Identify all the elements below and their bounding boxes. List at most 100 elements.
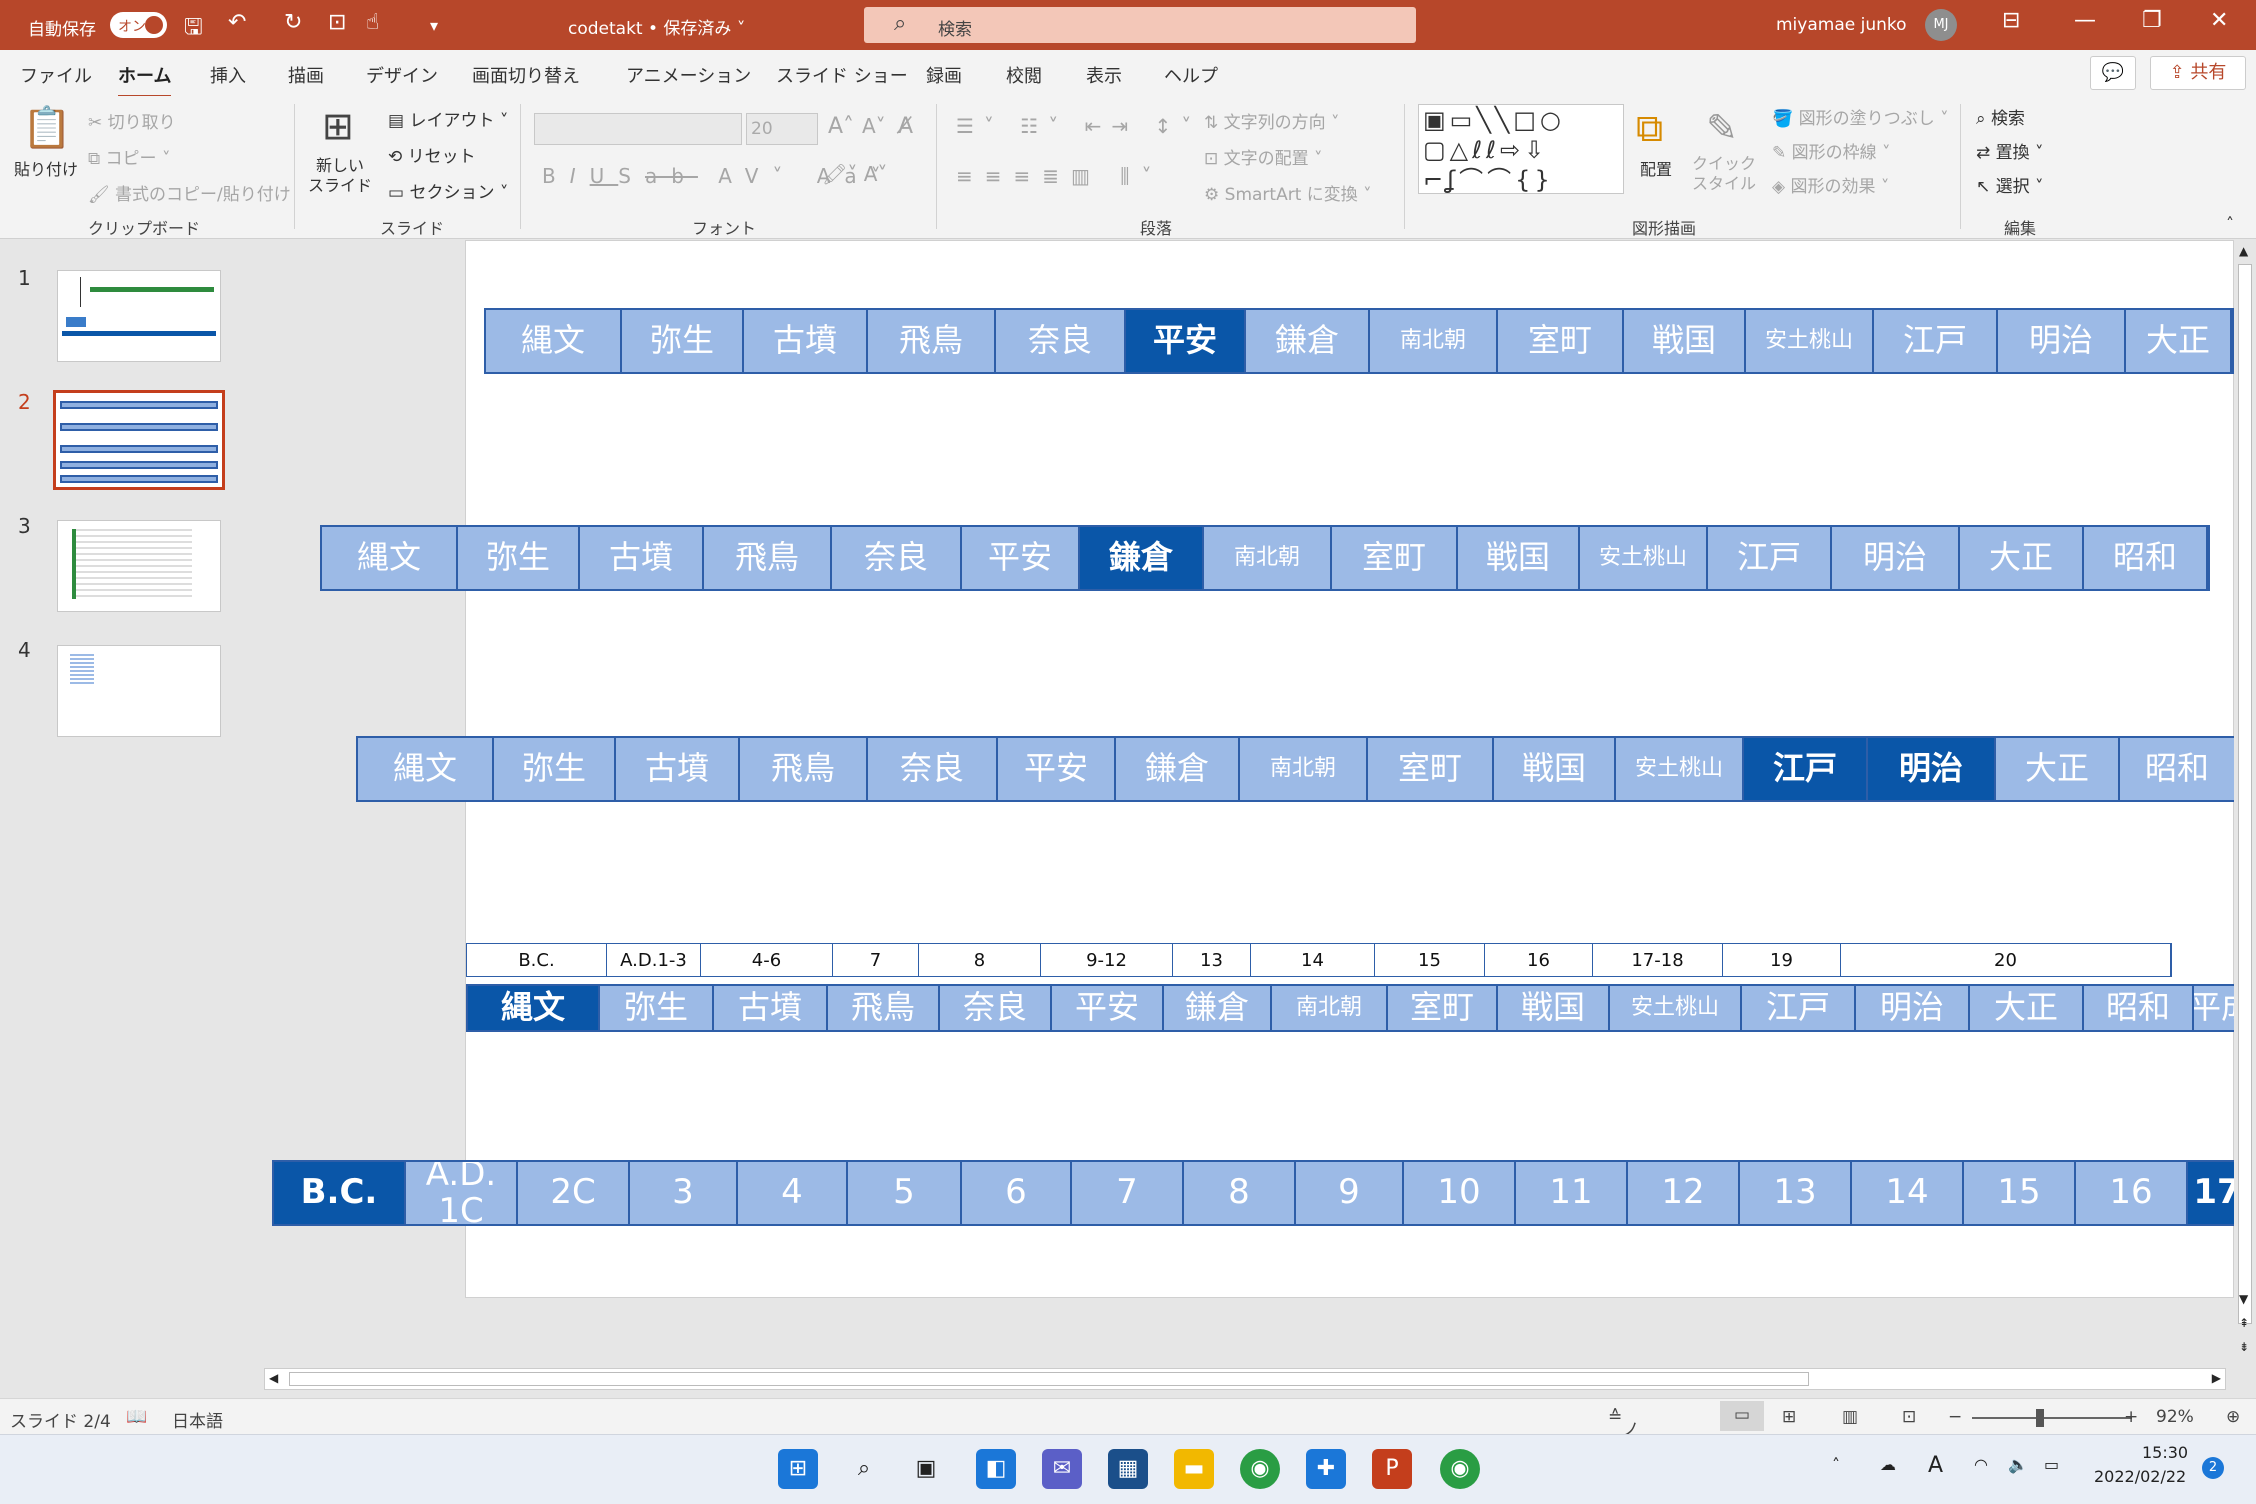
document-title[interactable]: codetakt • 保存済み ˅ [568, 14, 745, 39]
new-slide-icon[interactable]: ⊞ [322, 104, 354, 148]
era-cell[interactable]: 安土桃山 [1616, 738, 1744, 800]
replace-button[interactable]: ⇄ 置換 ˅ [1976, 138, 2044, 163]
present-icon[interactable]: ⊡ [328, 10, 346, 35]
era-cell[interactable]: 室町 [1332, 527, 1458, 589]
era-cell[interactable]: 鎌倉 [1080, 527, 1204, 589]
era-cell[interactable]: 9 [1296, 1162, 1404, 1224]
era-cell[interactable]: 縄文 [468, 986, 600, 1030]
era-cell[interactable]: 古墳 [714, 986, 828, 1030]
era-strip-2[interactable]: 縄文 弥生 古墳 飛鳥 奈良 平安 鎌倉 南北朝 室町 戦国 安土桃山 江戸 明治 大正 昭和 [320, 525, 2210, 591]
comments-button[interactable]: 💬 [2090, 56, 2136, 90]
era-cell[interactable]: 戦国 [1498, 986, 1610, 1030]
redo-icon[interactable]: ↻ [284, 10, 302, 35]
era-cell[interactable]: 10 [1404, 1162, 1516, 1224]
era-cell[interactable]: 安土桃山 [1580, 527, 1708, 589]
era-cell[interactable]: 鎌倉 [1116, 738, 1240, 800]
vertical-scroll-thumb[interactable] [2238, 264, 2252, 1324]
era-cell[interactable]: 奈良 [996, 310, 1126, 372]
era-strip-1[interactable]: 縄文 弥生 古墳 飛鳥 奈良 平安 鎌倉 南北朝 室町 戦国 安土桃山 江戸 明治 大正 [484, 308, 2234, 374]
language-indicator[interactable]: 日本語 [172, 1407, 223, 1432]
era-cell[interactable]: 戦国 [1458, 527, 1580, 589]
era-cell[interactable]: 11 [1516, 1162, 1628, 1224]
era-cell[interactable]: 8 [1184, 1162, 1296, 1224]
select-button[interactable]: ↖ 選択 ˅ [1976, 172, 2044, 197]
scroll-left-icon[interactable]: ◀ [269, 1371, 278, 1385]
minimize-icon[interactable]: — [2074, 8, 2096, 33]
notification-badge[interactable]: 2 [2202, 1457, 2224, 1479]
search-box[interactable]: ⌕ 検索 [864, 7, 1416, 43]
era-cell[interactable]: 13 [1740, 1162, 1852, 1224]
slide-thumbnail-3[interactable] [57, 520, 221, 612]
copy-button[interactable]: ⧉ コピー ˅ [88, 144, 170, 169]
slide-thumbnail-2[interactable] [53, 390, 225, 490]
zoom-level[interactable]: 92% [2156, 1407, 2194, 1427]
align-text-button[interactable]: ⊡ 文字の配置 ˅ [1204, 144, 1323, 169]
era-cell[interactable]: 4 [738, 1162, 848, 1224]
notes-button[interactable]: ≙ ノート [1608, 1407, 1639, 1490]
era-cell[interactable]: 安土桃山 [1610, 986, 1742, 1030]
slide-sorter-icon[interactable]: ⊞ [1782, 1407, 1796, 1427]
format-painter-button[interactable]: 🖌 書式のコピー/貼り付け [88, 180, 291, 205]
arrange-icon[interactable]: ⧉ [1636, 106, 1663, 151]
era-cell[interactable]: 昭和 [2084, 527, 2208, 589]
scroll-up-icon[interactable]: ▲ [2239, 244, 2248, 258]
zoom-slider[interactable] [1972, 1417, 2132, 1419]
era-cell[interactable]: 江戸 [1708, 527, 1832, 589]
era-cell[interactable]: 古墳 [744, 310, 868, 372]
task-view-icon[interactable]: ▣ [906, 1449, 946, 1489]
collapse-ribbon-icon[interactable]: ˄ [2226, 214, 2234, 233]
era-cell[interactable]: 江戸 [1744, 738, 1868, 800]
save-icon[interactable]: 🖫 [184, 10, 203, 48]
era-cell[interactable]: 戦国 [1624, 310, 1746, 372]
start-icon[interactable]: ⊞ [778, 1449, 818, 1489]
store-icon[interactable]: ▦ [1108, 1449, 1148, 1489]
era-cell[interactable]: 15 [1964, 1162, 2076, 1224]
scroll-right-icon[interactable]: ▶ [2212, 1371, 2221, 1385]
era-cell[interactable]: 弥生 [600, 986, 714, 1030]
share-button[interactable]: ⇪ 共有 [2150, 56, 2246, 90]
zoom-in-icon[interactable]: + [2124, 1407, 2138, 1427]
tab-view[interactable]: 表示 [1086, 62, 1122, 88]
era-cell[interactable]: 南北朝 [1204, 527, 1332, 589]
century-cell[interactable]: 16 [1485, 944, 1593, 976]
font-name-combobox[interactable] [534, 113, 742, 145]
era-cell[interactable]: 飛鳥 [740, 738, 868, 800]
tab-slideshow[interactable]: スライド ショー [776, 62, 908, 88]
era-cell[interactable]: 大正 [1970, 986, 2084, 1030]
century-cell[interactable]: 14 [1251, 944, 1375, 976]
powerpoint-icon[interactable]: P [1372, 1449, 1412, 1489]
slide-thumbnail-4[interactable] [57, 645, 221, 737]
file-explorer-icon[interactable]: ▬ [1174, 1449, 1214, 1489]
era-cell[interactable]: 奈良 [832, 527, 962, 589]
tab-review[interactable]: 校閲 [1006, 62, 1042, 88]
search-icon[interactable]: ⌕ [844, 1449, 884, 1489]
era-cell[interactable]: 大正 [2126, 310, 2232, 372]
era-cell[interactable]: 室町 [1498, 310, 1624, 372]
widgets-icon[interactable]: ◧ [976, 1449, 1016, 1489]
era-strip-4[interactable]: 縄文弥生古墳飛鳥奈良平安鎌倉南北朝室町戦国安土桃山江戸明治大正昭和平成 [466, 984, 2234, 1032]
era-cell[interactable]: 古墳 [580, 527, 704, 589]
era-cell[interactable]: 弥生 [458, 527, 580, 589]
era-cell[interactable]: 奈良 [868, 738, 998, 800]
shrink-font-icon[interactable]: A˅ [862, 114, 886, 138]
restore-icon[interactable]: ❐ [2142, 8, 2162, 33]
next-slide-icon[interactable]: ⇟ [2239, 1340, 2249, 1354]
alignment-buttons[interactable]: ≡≡≡≣▥ ⫼˅ [956, 164, 1164, 188]
touch-mode-icon[interactable]: ☝ [366, 10, 379, 35]
tab-draw[interactable]: 描画 [288, 62, 324, 88]
era-cell[interactable]: A.D. 1C [406, 1162, 518, 1224]
tab-transitions[interactable]: 画面切り替え [472, 62, 580, 88]
tab-help[interactable]: ヘルプ [1164, 62, 1218, 88]
chrome-profile-icon[interactable]: ◉ [1440, 1449, 1480, 1489]
normal-view-icon[interactable]: ▭ [1720, 1401, 1764, 1431]
find-button[interactable]: ⌕ 検索 [1976, 104, 2025, 129]
smartart-button[interactable]: ⚙ SmartArt に変換 ˅ [1204, 180, 1372, 205]
wifi-icon[interactable]: ◠ [1974, 1455, 1988, 1474]
horizontal-scroll-thumb[interactable] [289, 1372, 1809, 1386]
era-cell[interactable]: 南北朝 [1240, 738, 1368, 800]
century-number-strip[interactable]: B.C.A.D. 1C2C34567891011121314151617 [272, 1160, 2234, 1226]
customize-qat-icon[interactable]: ▾ [430, 16, 438, 35]
era-cell[interactable]: 5 [848, 1162, 962, 1224]
era-cell[interactable]: 3 [630, 1162, 738, 1224]
century-cell[interactable]: 20 [1841, 944, 2171, 976]
